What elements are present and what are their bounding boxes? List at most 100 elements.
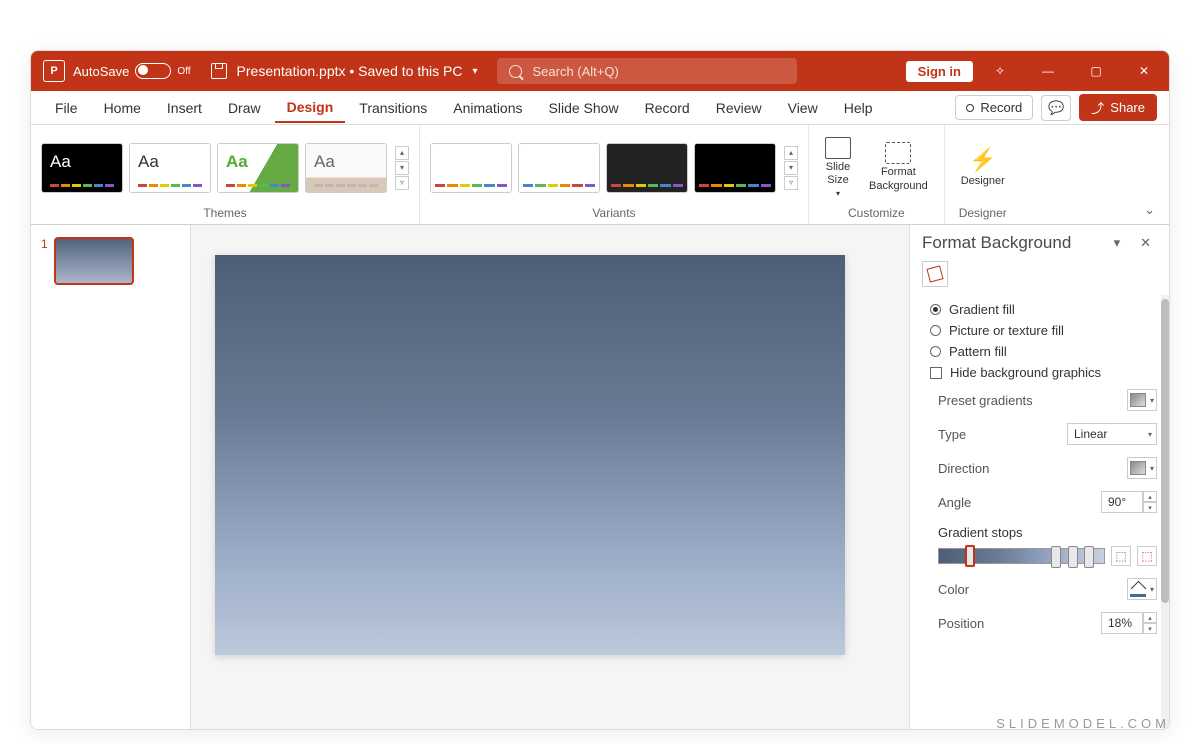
autosave-label: AutoSave xyxy=(73,64,129,79)
position-input[interactable]: 18% ▴▾ xyxy=(1101,612,1157,634)
designer-button[interactable]: ⚡ Designer xyxy=(955,143,1011,193)
slide-thumb-item[interactable]: 1 xyxy=(41,237,180,285)
share-button[interactable]: ⤴ Share xyxy=(1079,94,1157,121)
direction-swatch-icon xyxy=(1130,461,1146,475)
slide-navigator: 1 xyxy=(31,225,191,729)
fill-tab-icon[interactable] xyxy=(922,261,948,287)
angle-input[interactable]: 90° ▴▾ xyxy=(1101,491,1157,513)
picture-fill-label: Picture or texture fill xyxy=(949,323,1064,338)
tab-insert[interactable]: Insert xyxy=(155,94,214,122)
panel-title: Format Background xyxy=(922,233,1100,253)
themes-spinner[interactable]: ▴▾▿ xyxy=(395,146,409,190)
tab-slideshow[interactable]: Slide Show xyxy=(537,94,631,122)
collapse-ribbon-icon[interactable]: ⌄ xyxy=(1130,196,1169,224)
panel-scrollbar[interactable] xyxy=(1161,295,1169,729)
search-icon xyxy=(509,65,522,78)
tab-view[interactable]: View xyxy=(776,94,830,122)
direction-label: Direction xyxy=(938,461,989,476)
direction-dropdown[interactable]: ▾ xyxy=(1127,457,1157,479)
tab-help[interactable]: Help xyxy=(832,94,885,122)
theme-thumb-4[interactable]: Aa xyxy=(305,143,387,193)
gradient-slider[interactable] xyxy=(938,548,1105,564)
customize-group-label: Customize xyxy=(819,204,934,222)
position-label: Position xyxy=(938,616,984,631)
gradient-stop[interactable] xyxy=(1084,546,1094,568)
panel-options-icon[interactable]: ▾ xyxy=(1108,233,1127,253)
color-dropdown[interactable]: ▾ xyxy=(1127,578,1157,600)
theme-thumb-3[interactable]: Aa xyxy=(217,143,299,193)
format-bg-icon xyxy=(885,142,911,164)
angle-value[interactable]: 90° xyxy=(1101,491,1143,513)
comments-button[interactable]: 💬 xyxy=(1041,95,1071,121)
variants-group-label: Variants xyxy=(430,204,798,222)
variant-thumb-2[interactable] xyxy=(518,143,600,193)
spin-down-icon[interactable]: ▾ xyxy=(1143,502,1157,513)
tab-design[interactable]: Design xyxy=(275,93,346,123)
hide-bg-checkbox[interactable]: Hide background graphics xyxy=(930,362,1161,383)
ribbon-tabs: File Home Insert Draw Design Transitions… xyxy=(31,91,1169,125)
tab-file[interactable]: File xyxy=(43,94,90,122)
chevron-down-icon[interactable]: ▾ xyxy=(472,66,477,77)
minimize-button[interactable]: — xyxy=(1027,51,1069,91)
preset-dropdown[interactable]: ▾ xyxy=(1127,389,1157,411)
pattern-fill-radio[interactable]: Pattern fill xyxy=(930,341,1161,362)
variant-thumb-4[interactable] xyxy=(694,143,776,193)
position-value[interactable]: 18% xyxy=(1101,612,1143,634)
spin-up-icon[interactable]: ▴ xyxy=(1143,612,1157,623)
variants-spinner[interactable]: ▴▾▿ xyxy=(784,146,798,190)
powerpoint-logo-icon: P xyxy=(43,60,65,82)
slide-size-label: Slide Size xyxy=(826,161,850,187)
tab-animations[interactable]: Animations xyxy=(441,94,534,122)
variant-thumb-3[interactable] xyxy=(606,143,688,193)
format-bg-label: Format Background xyxy=(869,166,928,192)
format-background-button[interactable]: Format Background xyxy=(863,138,934,196)
radio-icon xyxy=(930,325,941,336)
theme-thumb-2[interactable]: Aa xyxy=(129,143,211,193)
picture-fill-radio[interactable]: Picture or texture fill xyxy=(930,320,1161,341)
tab-review[interactable]: Review xyxy=(704,94,774,122)
slide-thumbnail[interactable] xyxy=(54,237,134,285)
tab-draw[interactable]: Draw xyxy=(216,94,273,122)
remove-stop-button[interactable]: ⬚ xyxy=(1137,546,1157,566)
variants-group: ▴▾▿ Variants xyxy=(420,125,809,224)
document-title[interactable]: Presentation.pptx • Saved to this PC xyxy=(237,63,463,79)
spin-up-icon[interactable]: ▴ xyxy=(1143,491,1157,502)
gradient-stop[interactable] xyxy=(1051,546,1061,568)
autosave-toggle[interactable]: AutoSave Off xyxy=(73,63,191,79)
designer-label: Designer xyxy=(961,175,1005,188)
hide-bg-label: Hide background graphics xyxy=(950,365,1101,380)
variant-thumb-1[interactable] xyxy=(430,143,512,193)
tab-home[interactable]: Home xyxy=(92,94,153,122)
type-dropdown[interactable]: Linear▾ xyxy=(1067,423,1157,445)
grad-stops-label: Gradient stops xyxy=(930,519,1161,544)
magic-icon[interactable]: ✧ xyxy=(979,51,1021,91)
angle-label: Angle xyxy=(938,495,971,510)
theme-thumb-1[interactable]: Aa xyxy=(41,143,123,193)
panel-close-icon[interactable]: ✕ xyxy=(1134,233,1157,253)
spin-down-icon[interactable]: ▾ xyxy=(1143,623,1157,634)
gradient-stop[interactable] xyxy=(965,545,975,567)
search-input[interactable]: Search (Alt+Q) xyxy=(497,58,797,84)
gradient-fill-radio[interactable]: Gradient fill xyxy=(930,299,1161,320)
maximize-button[interactable]: ▢ xyxy=(1075,51,1117,91)
watermark: SLIDEMODEL.COM xyxy=(996,716,1170,731)
toggle-icon[interactable] xyxy=(135,63,171,79)
record-label: Record xyxy=(980,100,1022,115)
signin-button[interactable]: Sign in xyxy=(906,61,973,82)
add-stop-button[interactable]: ⬚ xyxy=(1111,546,1131,566)
tab-record[interactable]: Record xyxy=(633,94,702,122)
gradient-stop[interactable] xyxy=(1068,546,1078,568)
themes-group: Aa Aa Aa Aa ▴▾▿ Themes xyxy=(31,125,420,224)
slide-size-button[interactable]: Slide Size ▾ xyxy=(819,133,857,203)
close-button[interactable]: ✕ xyxy=(1123,51,1165,91)
slide-number: 1 xyxy=(41,237,48,285)
format-background-panel: Format Background ▾ ✕ Gradient fill Pict… xyxy=(909,225,1169,729)
record-button[interactable]: Record xyxy=(955,95,1033,120)
slide-size-icon xyxy=(825,137,851,159)
save-icon[interactable] xyxy=(211,63,227,79)
type-label: Type xyxy=(938,427,966,442)
slide-canvas[interactable] xyxy=(215,255,845,655)
customize-group: Slide Size ▾ Format Background Customize xyxy=(809,125,945,224)
tab-transitions[interactable]: Transitions xyxy=(347,94,439,122)
ribbon-body: Aa Aa Aa Aa ▴▾▿ Themes xyxy=(31,125,1169,225)
